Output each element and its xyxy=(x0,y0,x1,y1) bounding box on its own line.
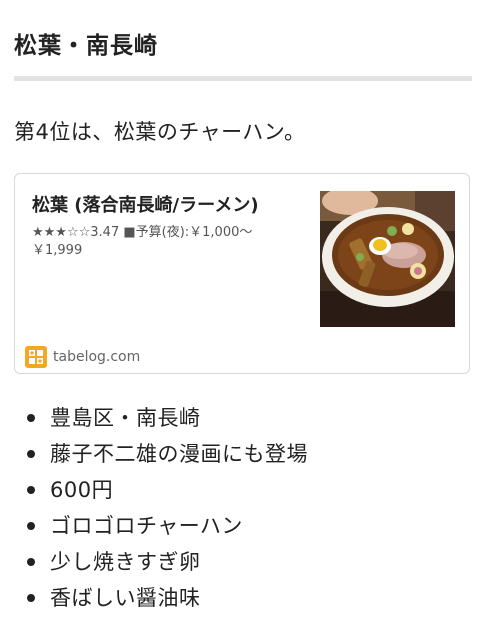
budget-upper-line: ￥1,999 xyxy=(32,243,83,258)
list-item: ゴロゴロチャーハン xyxy=(24,508,308,544)
list-item-text: 豊島区・南長崎 xyxy=(50,406,201,430)
feature-list: 豊島区・南長崎 藤子不二雄の漫画にも登場 600円 ゴロゴロチャーハン 少し焼き… xyxy=(24,400,308,616)
bullet-icon xyxy=(27,558,35,566)
list-item: 600円 xyxy=(24,472,308,508)
page-title: 松葉・南長崎 xyxy=(14,33,158,59)
bullet-icon xyxy=(27,486,35,494)
list-item-text: 少し焼きすぎ卵 xyxy=(50,550,201,574)
bullet-icon xyxy=(27,414,35,422)
card-rating-budget: ★★★☆☆3.47 ■予算(夜):￥1,000～ ￥1,999 xyxy=(32,224,302,260)
card-source[interactable]: tabelog.com xyxy=(25,346,140,368)
list-item-text: 香ばしい醤油味 xyxy=(50,586,201,610)
list-item: 少し焼きすぎ卵 xyxy=(24,544,308,580)
restaurant-link-card[interactable]: 松葉 (落合南長崎/ラーメン) ★★★☆☆3.47 ■予算(夜):￥1,000～… xyxy=(14,173,470,374)
list-item-text: 600円 xyxy=(50,478,114,502)
card-restaurant-name[interactable]: 松葉 (落合南長崎/ラーメン) xyxy=(32,191,259,217)
card-domain: tabelog.com xyxy=(53,349,141,365)
list-item: 豊島区・南長崎 xyxy=(24,400,308,436)
bullet-icon xyxy=(27,522,35,530)
title-divider xyxy=(14,76,472,81)
list-item-text: 藤子不二雄の漫画にも登場 xyxy=(50,442,308,466)
rating-budget-line: ★★★☆☆3.47 ■予算(夜):￥1,000～ xyxy=(32,225,253,240)
ramen-photo[interactable] xyxy=(320,191,455,327)
bullet-icon xyxy=(27,594,35,602)
lead-text: 第4位は、松葉のチャーハン。 xyxy=(14,120,306,144)
list-item: 香ばしい醤油味 xyxy=(24,580,308,616)
ramen-bowl-photo-icon xyxy=(320,191,455,327)
list-item-text: ゴロゴロチャーハン xyxy=(50,514,243,538)
bullet-icon xyxy=(27,450,35,458)
tabelog-icon xyxy=(25,346,47,368)
list-item: 藤子不二雄の漫画にも登場 xyxy=(24,436,308,472)
